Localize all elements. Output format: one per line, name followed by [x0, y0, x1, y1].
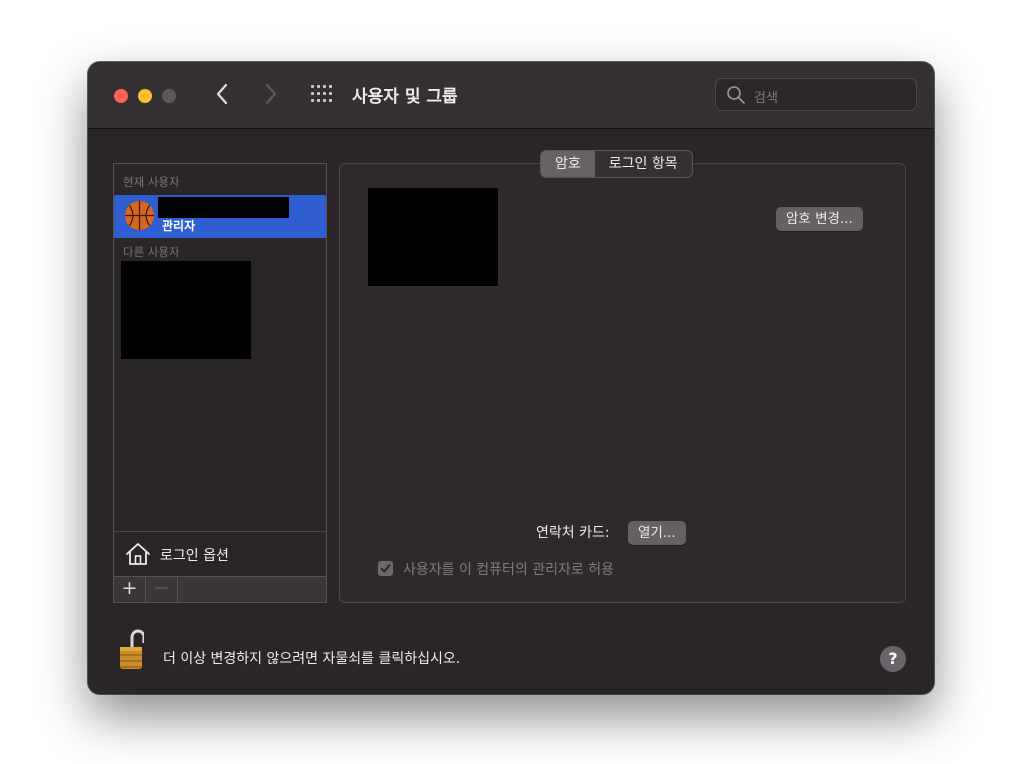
- help-button[interactable]: ?: [880, 646, 906, 672]
- segmented-tabs: 암호 로그인 항목: [540, 150, 693, 178]
- house-icon: [126, 543, 150, 565]
- change-password-button[interactable]: 암호 변경...: [776, 207, 863, 231]
- lock-instruction-text: 더 이상 변경하지 않으려면 자물쇠를 클릭하십시오.: [163, 651, 461, 667]
- search-icon: [727, 86, 745, 104]
- search-placeholder: 검색: [754, 91, 778, 106]
- allow-admin-checkbox[interactable]: [378, 561, 393, 576]
- user-name-redacted: [158, 197, 289, 218]
- user-role-label: 관리자: [162, 219, 196, 233]
- login-options-label: 로그인 옵션: [160, 548, 229, 564]
- open-contact-button[interactable]: 열기...: [628, 521, 686, 545]
- minimize-window-button[interactable]: [138, 89, 152, 103]
- window-title: 사용자 및 그룹: [352, 87, 458, 107]
- other-users-redacted: [121, 261, 251, 359]
- checkmark-icon: [380, 564, 391, 573]
- title-bar: 사용자 및 그룹 검색: [88, 62, 934, 129]
- show-all-grid-icon[interactable]: [311, 85, 333, 103]
- user-list: 현재 사용자 관리자 다른 사용자 로그인 옵션: [113, 163, 327, 603]
- user-photo-redacted: [368, 188, 498, 286]
- close-window-button[interactable]: [114, 89, 128, 103]
- remove-user-button[interactable]: —: [146, 577, 178, 602]
- add-user-button[interactable]: +: [114, 577, 146, 602]
- unlocked-lock-icon[interactable]: [118, 629, 146, 671]
- basketball-icon: [124, 200, 155, 231]
- search-field[interactable]: 검색: [715, 78, 917, 111]
- current-users-label: 현재 사용자: [123, 175, 180, 189]
- tab-password[interactable]: 암호: [541, 151, 595, 177]
- login-options-item[interactable]: 로그인 옵션: [114, 531, 326, 576]
- preferences-window: 사용자 및 그룹 검색 현재 사용자 관리자 다른 사용자 로그인 옵션 + —…: [88, 62, 934, 694]
- forward-button[interactable]: [258, 81, 282, 107]
- allow-admin-label: 사용자를 이 컴퓨터의 관리자로 허용: [403, 562, 614, 578]
- chevron-right-icon: [265, 83, 277, 105]
- other-users-label: 다른 사용자: [123, 245, 180, 259]
- tab-login-items[interactable]: 로그인 항목: [595, 151, 692, 177]
- chevron-left-icon: [216, 83, 228, 105]
- user-details-panel: 암호 변경... 연락처 카드: 열기... 사용자를 이 컴퓨터의 관리자로 …: [339, 163, 906, 603]
- zoom-window-button[interactable]: [162, 89, 176, 103]
- contact-card-label: 연락처 카드:: [536, 525, 610, 541]
- sidebar-toolbar: + —: [113, 576, 327, 603]
- back-button[interactable]: [211, 81, 235, 107]
- current-user-row[interactable]: 관리자: [114, 195, 326, 238]
